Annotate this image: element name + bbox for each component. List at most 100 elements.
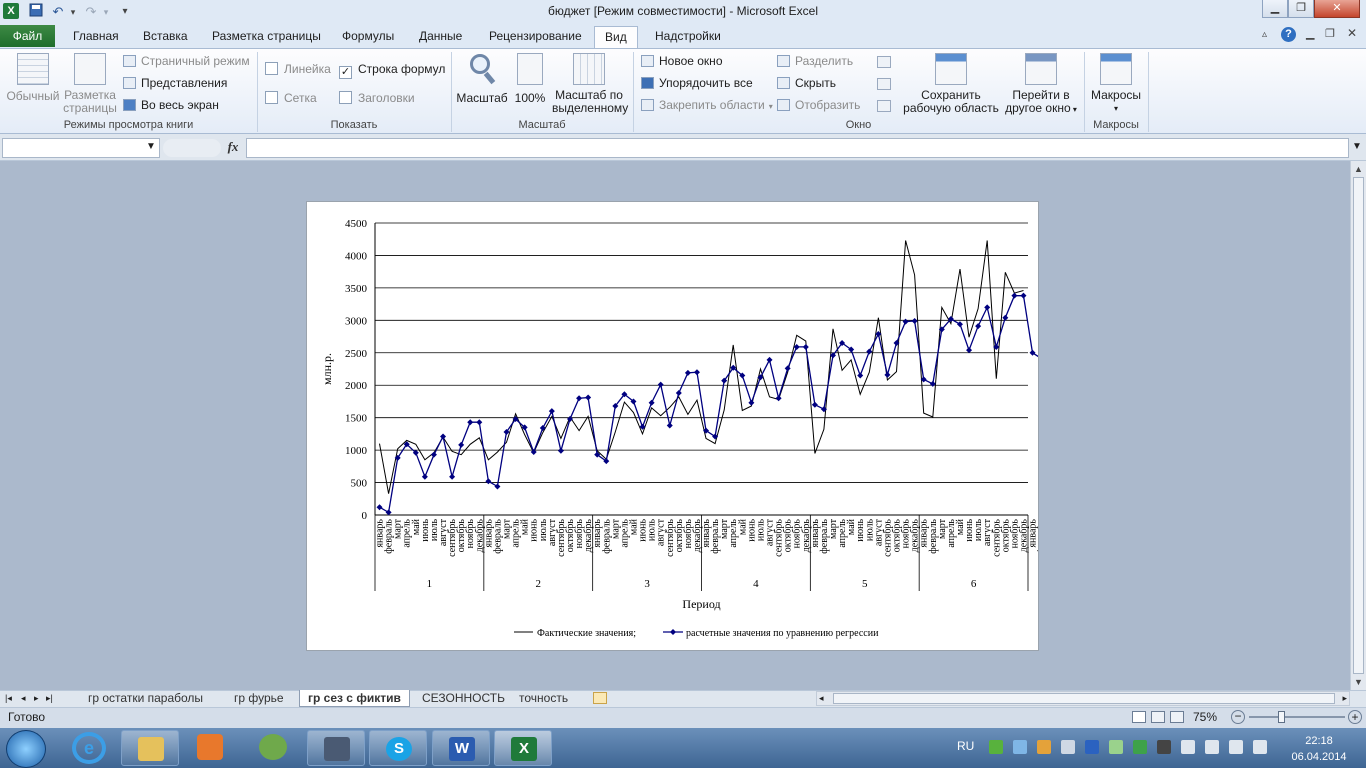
synchronous-scrolling-icon[interactable]	[877, 78, 891, 90]
ruler-checkbox[interactable]: Линейка	[265, 60, 331, 78]
collapse-ribbon-icon[interactable]: ▵	[1262, 29, 1267, 40]
chart-area[interactable]: 0 500 1000 1500 2000 2500 3000 3500 4000 4500 млн.…	[306, 201, 1066, 651]
tab-view[interactable]: Вид	[594, 26, 638, 48]
internet-explorer-icon[interactable]: e	[72, 732, 106, 764]
tab-data[interactable]: Данные	[409, 26, 472, 48]
start-button-icon[interactable]	[6, 730, 46, 768]
tray-security-icon[interactable]	[1157, 740, 1171, 754]
scroll-thumb[interactable]	[1353, 177, 1364, 674]
vertical-scrollbar[interactable]: ▲ ▼	[1350, 161, 1366, 690]
split-button[interactable]: Разделить	[777, 52, 853, 70]
unhide-button[interactable]: Отобразить	[777, 96, 860, 114]
scroll-down-icon[interactable]: ▼	[1351, 674, 1366, 690]
formula-input[interactable]	[246, 138, 1349, 158]
formula-bar-checkbox[interactable]: ✓ Строка формул	[339, 60, 445, 79]
line-chart[interactable]: 0 500 1000 1500 2000 2500 3000 3500 4000 4500 млн.…	[307, 202, 1066, 650]
tab-review[interactable]: Рецензирование	[479, 26, 592, 48]
tab-addins[interactable]: Надстройки	[645, 26, 731, 48]
close-button[interactable]: ✕	[1314, 0, 1360, 18]
scroll-left-icon[interactable]: ◂	[819, 692, 824, 705]
sheet-tab-seasonal-dummy[interactable]: гр сез с фиктив	[299, 690, 410, 707]
zoom-slider[interactable]	[1249, 716, 1345, 718]
language-indicator[interactable]: RU	[957, 739, 974, 753]
taskbar-clock[interactable]: 22:18 06.04.2014	[1284, 733, 1354, 765]
tab-home[interactable]: Главная	[63, 26, 129, 48]
minimize-button[interactable]: ▁	[1262, 0, 1288, 18]
arrange-all-button[interactable]: Упорядочить все	[641, 74, 753, 92]
tray-network-icon[interactable]	[1013, 740, 1027, 754]
save-workspace-button[interactable]: Сохранить рабочую область	[903, 53, 999, 115]
taskbar-word[interactable]: W	[432, 730, 490, 766]
taskbar-skype[interactable]: S	[369, 730, 427, 766]
period-label: 1	[427, 578, 433, 590]
tray-volume-icon[interactable]	[1061, 740, 1075, 754]
workbook-close-icon[interactable]: ✕	[1347, 26, 1357, 40]
reset-window-position-icon[interactable]	[877, 100, 891, 112]
help-icon[interactable]: ?	[1281, 27, 1296, 42]
sheet-nav-first-icon[interactable]: |◂	[5, 690, 12, 706]
page-layout-status-icon[interactable]	[1151, 711, 1165, 723]
name-box[interactable]	[2, 138, 160, 158]
normal-view-status-icon[interactable]	[1132, 711, 1146, 723]
normal-view-button[interactable]: Обычный	[4, 53, 62, 103]
tab-insert[interactable]: Вставка	[133, 26, 198, 48]
tab-formulas[interactable]: Формулы	[332, 26, 404, 48]
tray-flag-icon[interactable]	[1181, 740, 1195, 754]
taskbar-excel[interactable]: X	[494, 730, 552, 766]
scroll-thumb[interactable]	[833, 693, 1335, 704]
sheet-tab-fourier[interactable]: гр фурье	[226, 690, 292, 707]
tray-update-icon[interactable]	[1133, 740, 1147, 754]
custom-views-button[interactable]: Представления	[123, 74, 227, 92]
insert-sheet-icon[interactable]	[593, 692, 607, 704]
network-users-icon[interactable]	[259, 734, 287, 760]
horizontal-scrollbar[interactable]: ◂ ▸	[816, 691, 1350, 706]
new-window-button[interactable]: Новое окно	[641, 52, 723, 70]
page-break-status-icon[interactable]	[1170, 711, 1184, 723]
tray-device-icon[interactable]	[1205, 740, 1219, 754]
freeze-panes-button[interactable]: Закрепить области ▾	[641, 96, 773, 114]
page-break-button[interactable]: Страничный режим	[123, 52, 250, 70]
tray-check-icon[interactable]	[989, 740, 1003, 754]
tray-bluetooth-icon[interactable]	[1085, 740, 1099, 754]
chevron-down-icon[interactable]: ▼	[146, 141, 156, 152]
expand-formula-bar-icon[interactable]: ▼	[1352, 141, 1362, 152]
formula-bar-splitter-icon[interactable]	[163, 139, 221, 157]
tray-app-icon[interactable]	[1037, 740, 1051, 754]
switch-windows-button[interactable]: Перейти в другое окно ▾	[1002, 53, 1080, 116]
tab-page-layout[interactable]: Разметка страницы	[202, 26, 331, 48]
hide-button[interactable]: Скрыть	[777, 74, 836, 92]
restore-button[interactable]: ❐	[1288, 0, 1314, 18]
sheet-nav-prev-icon[interactable]: ◂	[21, 690, 26, 706]
insert-function-button[interactable]: fx	[224, 139, 242, 157]
view-side-by-side-icon[interactable]	[877, 56, 891, 68]
zoom-level[interactable]: 75%	[1193, 710, 1217, 724]
sheet-tab-seasonality[interactable]: СЕЗОННОСТЬ	[414, 690, 513, 707]
sheet-tab-parabola[interactable]: гр остатки параболы	[80, 690, 211, 707]
zoom-button[interactable]: Масштаб	[456, 53, 508, 105]
sheet-nav-next-icon[interactable]: ▸	[34, 690, 39, 706]
headings-checkbox[interactable]: Заголовки	[339, 89, 415, 107]
zoom-100-button[interactable]: 100%	[510, 53, 550, 105]
zoom-out-icon[interactable]: −	[1231, 710, 1245, 724]
tray-sync-icon[interactable]	[1109, 740, 1123, 754]
gridlines-checkbox[interactable]: Сетка	[265, 89, 317, 107]
taskbar-explorer[interactable]	[121, 730, 179, 766]
tab-file[interactable]: Файл	[0, 25, 55, 47]
sheet-nav-last-icon[interactable]: ▸|	[46, 690, 53, 706]
zoom-slider-thumb[interactable]	[1278, 711, 1285, 723]
macros-button[interactable]: Макросы ▾	[1088, 53, 1144, 115]
sheet-tab-accuracy[interactable]: точность	[511, 690, 576, 707]
media-player-icon[interactable]	[197, 734, 223, 760]
workbook-restore-icon[interactable]: ❐	[1325, 27, 1335, 40]
tray-display-icon[interactable]	[1229, 740, 1243, 754]
scroll-up-icon[interactable]: ▲	[1351, 161, 1366, 177]
full-screen-button[interactable]: Во весь экран	[123, 96, 219, 114]
scroll-right-icon[interactable]: ▸	[1342, 692, 1347, 705]
zoom-selection-button[interactable]: Масштаб по выделенному	[552, 53, 628, 115]
taskbar-program[interactable]	[307, 730, 365, 766]
clock-date: 06.04.2014	[1291, 751, 1347, 763]
zoom-in-icon[interactable]: +	[1348, 710, 1362, 724]
tray-speaker-icon[interactable]	[1253, 740, 1267, 754]
workbook-minimize-icon[interactable]: ▁	[1306, 27, 1314, 40]
page-layout-button[interactable]: Разметка страницы	[62, 53, 118, 115]
